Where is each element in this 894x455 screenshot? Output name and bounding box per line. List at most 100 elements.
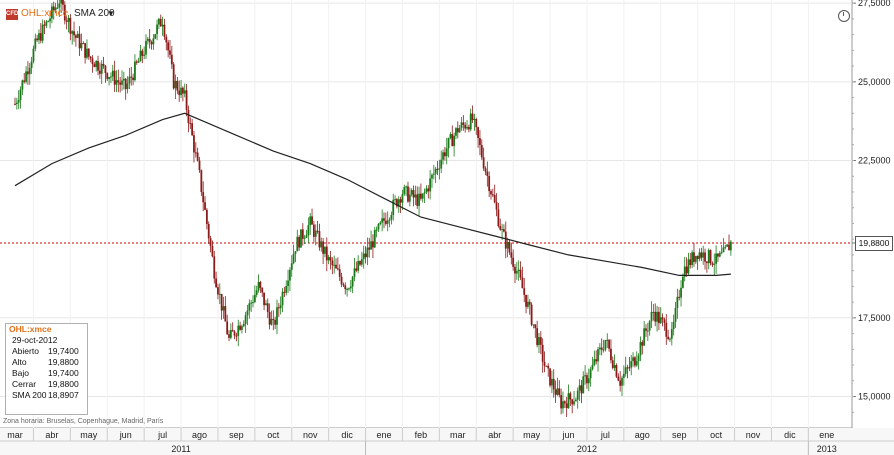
candle-body bbox=[580, 385, 583, 394]
candle-body bbox=[729, 241, 732, 251]
candle-body bbox=[250, 302, 253, 304]
x-tick-label: nov bbox=[303, 430, 318, 440]
candle-body bbox=[253, 294, 256, 303]
candle-body bbox=[141, 50, 144, 56]
candle-body bbox=[32, 48, 35, 62]
candle-body bbox=[370, 241, 372, 250]
candle-body bbox=[351, 276, 354, 287]
candle-body bbox=[519, 269, 522, 278]
candle-body bbox=[327, 257, 330, 261]
candle-body bbox=[486, 171, 489, 177]
candle-body bbox=[574, 399, 577, 402]
candle-body bbox=[266, 303, 269, 313]
candle-body bbox=[512, 257, 515, 267]
candle-body bbox=[440, 159, 443, 169]
candle-body bbox=[200, 170, 203, 193]
candle-body bbox=[174, 80, 177, 89]
info-label: Alto bbox=[12, 357, 27, 367]
candle-body bbox=[628, 367, 631, 369]
candle-body bbox=[39, 33, 42, 41]
candle-body bbox=[106, 73, 109, 79]
candle-body bbox=[693, 252, 695, 262]
y-tick-label: 22,5000 bbox=[858, 156, 891, 166]
y-tick-label: 15,0000 bbox=[858, 392, 891, 402]
info-label: Abierto bbox=[12, 346, 39, 356]
candle-body bbox=[265, 303, 267, 306]
candle-body bbox=[621, 377, 623, 386]
candle-body bbox=[477, 127, 479, 139]
candle-body bbox=[499, 226, 502, 230]
candle-body bbox=[183, 90, 186, 94]
candle-body bbox=[137, 61, 140, 63]
candle-body bbox=[198, 160, 201, 171]
candle-body bbox=[622, 373, 625, 378]
candle-body bbox=[331, 260, 334, 266]
candle-body bbox=[301, 229, 304, 239]
x-tick-label: dic bbox=[341, 430, 353, 440]
candle-body bbox=[569, 393, 572, 400]
grid-lines bbox=[0, 0, 853, 429]
candle-body bbox=[143, 54, 146, 56]
candle-body bbox=[176, 80, 179, 91]
candle-body bbox=[229, 330, 232, 338]
candle-body bbox=[154, 34, 157, 39]
indicator-dropdown-chevron-icon[interactable]: ▼ bbox=[107, 8, 115, 20]
instrument-badge: CFD bbox=[6, 9, 18, 20]
candle-body bbox=[187, 109, 190, 124]
candle-body bbox=[416, 194, 419, 206]
candle-body bbox=[170, 54, 173, 65]
candle-body bbox=[429, 178, 432, 192]
candle-body bbox=[420, 193, 422, 199]
candle-body bbox=[578, 385, 581, 391]
candle-body bbox=[550, 378, 553, 386]
candle-body bbox=[724, 246, 727, 248]
info-row: Alto 19,8800 bbox=[6, 357, 87, 368]
candle-body bbox=[119, 82, 122, 85]
x-tick-label: oct bbox=[710, 430, 723, 440]
candle-body bbox=[658, 311, 660, 324]
candle-body bbox=[239, 325, 241, 330]
candle-body bbox=[126, 83, 129, 90]
candle-body bbox=[405, 186, 408, 188]
x-tick-label: oct bbox=[267, 430, 280, 440]
candle-body bbox=[28, 67, 31, 75]
clock-icon[interactable] bbox=[838, 10, 850, 22]
candle-body bbox=[268, 312, 271, 325]
candle-body bbox=[372, 241, 374, 248]
candle-body bbox=[602, 349, 605, 351]
candle-body bbox=[700, 252, 703, 258]
candle-body bbox=[504, 231, 507, 249]
candle-body bbox=[506, 241, 509, 249]
candle-body bbox=[582, 376, 585, 394]
candle-body bbox=[451, 134, 454, 147]
price-chart[interactable]: 27,5000 25,0000 22,5000 17,5000 15,0000 mar a… bbox=[0, 0, 894, 455]
year-label: 2013 bbox=[817, 444, 837, 454]
candle-body bbox=[360, 259, 363, 265]
info-value: 19,7400 bbox=[48, 346, 79, 356]
candle-body bbox=[702, 252, 705, 258]
x-tick-label: dic bbox=[784, 430, 796, 440]
candle-body bbox=[586, 375, 588, 384]
candle-body bbox=[211, 245, 214, 257]
candle-body bbox=[482, 157, 485, 169]
candle-body bbox=[65, 20, 68, 22]
candle-body bbox=[185, 90, 188, 110]
candle-body bbox=[431, 174, 433, 179]
candle-body bbox=[469, 113, 472, 130]
candle-body bbox=[322, 241, 325, 254]
candle-body bbox=[231, 330, 234, 332]
instrument-symbol-label[interactable]: OHL:xmce bbox=[21, 8, 68, 20]
candle-body bbox=[637, 355, 640, 362]
candle-body bbox=[442, 152, 444, 160]
candle-body bbox=[100, 63, 103, 74]
candle-body bbox=[128, 76, 131, 84]
candle-body bbox=[652, 311, 655, 313]
x-tick-label: jun bbox=[119, 430, 132, 440]
candle-body bbox=[84, 43, 87, 58]
candle-body bbox=[58, 3, 61, 8]
candle-body bbox=[646, 330, 649, 332]
candle-body bbox=[300, 229, 302, 248]
info-label: Bajo bbox=[12, 368, 30, 378]
candle-body bbox=[205, 209, 208, 225]
candle-body bbox=[340, 276, 343, 285]
